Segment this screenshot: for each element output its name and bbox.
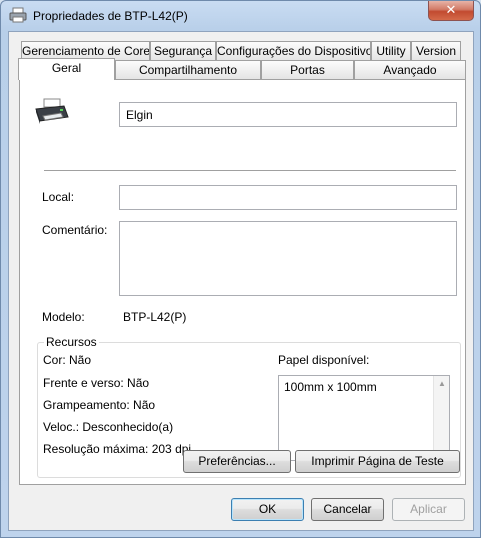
tab-ports[interactable]: Portas [261,60,354,80]
print-test-page-button[interactable]: Imprimir Página de Teste [295,450,460,473]
location-field[interactable] [119,185,457,210]
tab-utility[interactable]: Utility [371,41,411,61]
feature-resolution: Resolução máxima: 203 dpi [43,442,192,456]
ok-button[interactable]: OK [231,498,304,521]
model-value: BTP-L42(P) [123,310,187,324]
comment-label: Comentário: [42,223,108,237]
dialog-body: Gerenciamento de Cores Segurança Configu… [8,31,474,531]
features-title: Recursos [44,335,99,349]
cancel-button[interactable]: Cancelar [311,498,384,521]
close-icon: ✕ [445,2,457,17]
tab-version[interactable]: Version [411,41,461,61]
location-label: Local: [42,190,75,204]
feature-color: Cor: Não [43,353,92,367]
comment-field[interactable] [119,221,457,296]
feature-duplex: Frente e verso: Não [43,376,150,390]
feature-staple: Grampeamento: Não [43,398,156,412]
tab-device-settings[interactable]: Configurações do Dispositivo [216,41,371,61]
apply-button[interactable]: Aplicar [392,498,465,521]
title-bar[interactable]: Propriedades de BTP-L42(P) ✕ [1,1,480,31]
model-label: Modelo: [42,310,85,324]
paper-scrollbar[interactable]: ▲ ▼ [433,376,449,460]
window-title: Propriedades de BTP-L42(P) [33,9,188,23]
preferences-button[interactable]: Preferências... [183,450,291,473]
printer-icon [9,7,27,23]
divider [44,170,456,172]
tab-advanced[interactable]: Avançado [354,60,466,80]
scroll-up-icon[interactable]: ▲ [438,379,446,388]
paper-listbox[interactable]: 100mm x 100mm ▲ ▼ [278,375,450,461]
close-button[interactable]: ✕ [428,1,474,21]
paper-label: Papel disponível: [278,353,370,367]
feature-speed: Veloc.: Desconhecido(a) [43,420,174,434]
printer-name-value: Elgin [126,108,153,122]
printer-name-field[interactable]: Elgin [119,102,457,127]
tab-sharing[interactable]: Compartilhamento [115,60,261,80]
tab-security[interactable]: Segurança [150,41,216,61]
properties-window: Propriedades de BTP-L42(P) ✕ Gerenciamen… [0,0,481,538]
tab-general[interactable]: Geral [18,58,115,80]
printer-icon [35,98,69,124]
paper-item[interactable]: 100mm x 100mm [284,380,377,394]
general-tab-panel: Elgin Local: Comentário: Modelo: BTP-L42… [19,79,466,485]
